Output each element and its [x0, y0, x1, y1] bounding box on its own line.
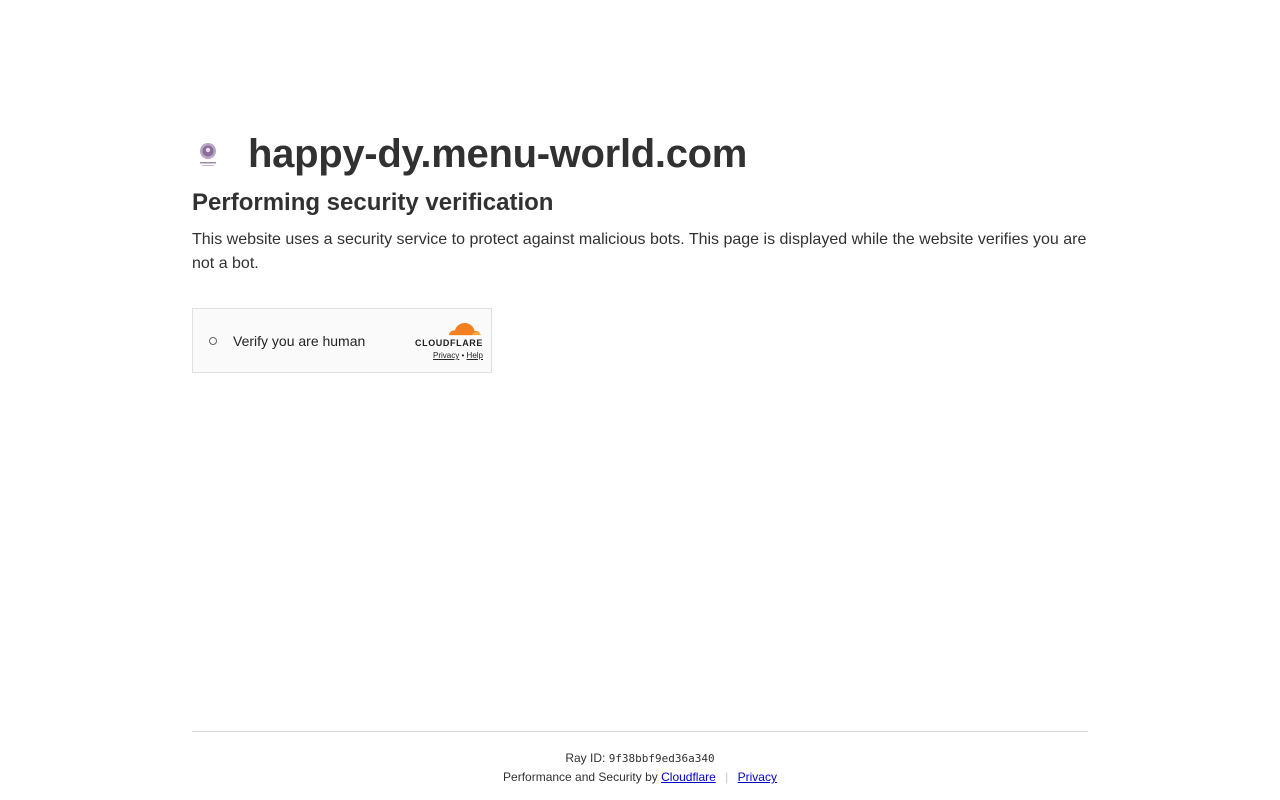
widget-help-link[interactable]: Help [467, 351, 483, 360]
cloudflare-cloud-icon [447, 323, 481, 337]
ray-id-label: Ray ID: [565, 751, 606, 765]
widget-links-separator: • [461, 351, 465, 360]
widget-links: Privacy • Help [407, 351, 483, 361]
footer-separator: | [725, 770, 729, 784]
ray-id-line: Ray ID: 9f38bbf9ed36a340 [192, 750, 1088, 767]
page: happy-dy.menu-world.com Performing secur… [0, 0, 1280, 800]
widget-privacy-link[interactable]: Privacy [433, 351, 459, 360]
ray-id-value: 9f38bbf9ed36a340 [608, 752, 715, 765]
turnstile-widget[interactable]: Verify you are human CLOUDFLARE Privacy … [192, 308, 492, 373]
verify-label[interactable]: Verify you are human [233, 332, 365, 350]
cloudflare-link[interactable]: Cloudflare [661, 770, 716, 784]
site-header: happy-dy.menu-world.com [192, 130, 1088, 178]
site-logo-icon [192, 138, 224, 170]
cloudflare-brand: CLOUDFLARE Privacy • Help [407, 321, 483, 361]
verification-description: This website uses a security service to … [192, 231, 1087, 272]
footer: Ray ID: 9f38bbf9ed36a340 Performance and… [192, 731, 1088, 785]
page-heading: Performing security verification [192, 189, 554, 216]
footer-privacy-link[interactable]: Privacy [738, 770, 777, 784]
cloudflare-wordmark: CLOUDFLARE [415, 338, 483, 348]
site-hostname: happy-dy.menu-world.com [248, 132, 748, 176]
verify-checkbox[interactable] [209, 337, 217, 345]
performance-text: Performance and Security by [503, 770, 658, 784]
performance-line: Performance and Security by Cloudflare |… [192, 769, 1088, 785]
main-content: happy-dy.menu-world.com Performing secur… [192, 130, 1088, 373]
